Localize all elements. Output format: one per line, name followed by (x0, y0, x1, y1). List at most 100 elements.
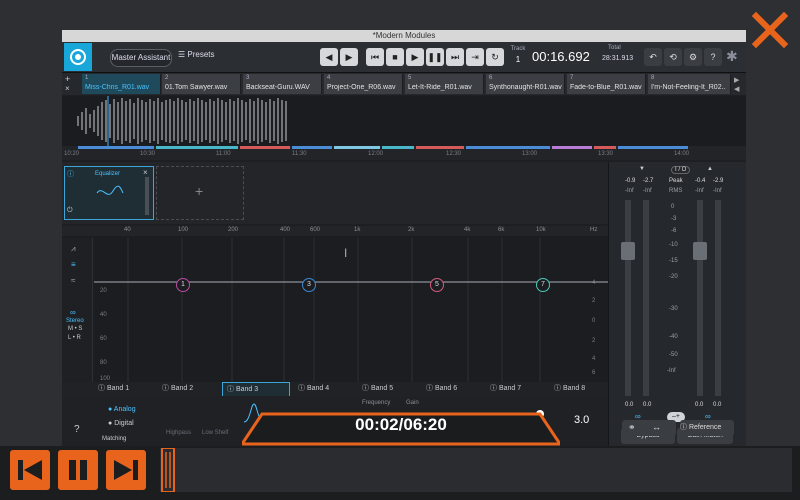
help-button[interactable]: ? (74, 424, 80, 435)
undo-icon[interactable]: ↶ (644, 48, 662, 66)
mid-side-toggle[interactable]: M • S (68, 326, 82, 332)
module-level-slider[interactable] (145, 177, 149, 215)
tab-file-4[interactable]: 4 Project-One_R06.wav (324, 74, 403, 94)
stereo-link-icon[interactable]: ∞ (70, 308, 76, 317)
input-peak-right: -2.7 (643, 178, 654, 184)
db-right-label: 2 (592, 338, 596, 344)
highpass-shape[interactable]: Highpass (166, 430, 191, 436)
progress-bar[interactable] (160, 447, 792, 493)
scroll-tabs-right-icon[interactable]: ▶ (734, 76, 739, 84)
info-icon[interactable]: ⓘ (67, 169, 74, 179)
master-assistant-button[interactable]: Master Assistant (110, 49, 172, 67)
tab-file-8[interactable]: 8 I'm-Not-Feeling-It_R02... (648, 74, 731, 94)
add-tab-icon[interactable]: + (65, 74, 70, 84)
tick-label: 10:20 (64, 151, 80, 157)
gain-value[interactable]: 3.0 (574, 414, 589, 426)
bands-view-icon[interactable]: ≡ (71, 260, 76, 269)
app-logo-icon[interactable] (64, 43, 92, 71)
eq-node-5[interactable]: 5 (430, 278, 444, 292)
tab-file-3[interactable]: 3 Backseat-Guru.WAV (243, 74, 322, 94)
db-right-label: 2 (592, 298, 596, 304)
tab-file-6[interactable]: 6 Synthonaught-R01.wav (486, 74, 565, 94)
lowshelf-shape[interactable]: Low Shelf (202, 430, 228, 436)
remove-module-icon[interactable]: × (143, 168, 148, 177)
left-right-toggle[interactable]: L • R (68, 335, 81, 341)
toolbar: Master Assistant ☰ Presets ◀ ▶ ⏮ ■ ▶ ❚❚ … (62, 42, 746, 73)
db-label: 40 (100, 312, 107, 318)
meter-scale-label: -Inf (667, 368, 676, 374)
add-module-slot[interactable]: + (156, 166, 244, 220)
input-value-left: 0.0 (625, 402, 634, 408)
band-icon: ⓘ (162, 385, 171, 392)
reference-button[interactable]: ⓘ Reference (680, 420, 734, 436)
reference-icon: ⓘ (680, 424, 689, 431)
loop-button[interactable]: ⇥ (466, 48, 484, 66)
eq-node-1[interactable]: 1 (176, 278, 190, 292)
matching-option[interactable]: Matching (102, 436, 126, 442)
settings-gear-icon[interactable]: ⚙ (684, 48, 702, 66)
rms-label: RMS (669, 188, 683, 194)
tab-band-1[interactable]: ⓘ Band 1 (98, 382, 129, 396)
freq-label: 2k (408, 227, 415, 233)
eq-node-7[interactable]: 7 (536, 278, 550, 292)
tick-label: 11:00 (216, 151, 231, 157)
tab-band-3[interactable]: ⓘ Band 3 (222, 382, 290, 397)
skip-back-button[interactable] (10, 450, 50, 490)
repeat-button[interactable]: ↻ (486, 48, 504, 66)
tab-file-7[interactable]: 7 Fade-to-Blue_R01.wav (567, 74, 646, 94)
close-tab-icon[interactable]: × (65, 84, 70, 93)
tab-file-1[interactable]: 1 Miss-Chris_R01.wav (82, 74, 161, 94)
pause-video-button[interactable] (58, 450, 98, 490)
skip-forward-button[interactable]: ⏭ (446, 48, 464, 66)
input-fader[interactable] (621, 242, 635, 260)
tab-number: 5 (408, 75, 412, 81)
db-right-label: 0 (592, 318, 596, 324)
module-chain: Equalizer ⓘ × ⏻ + (62, 162, 608, 224)
tab-file-5[interactable]: 5 Let-It-Ride_R01.wav (405, 74, 484, 94)
pause-button[interactable]: ❚❚ (426, 48, 444, 66)
help-icon[interactable]: ? (704, 48, 722, 66)
equalizer-module[interactable]: Equalizer ⓘ × ⏻ (64, 166, 154, 220)
digital-option[interactable]: ● Digital (108, 420, 134, 427)
stereo-label[interactable]: Stereo (66, 318, 84, 324)
list-icon: ☰ (178, 50, 188, 59)
output-dropdown-icon[interactable]: ▲ (707, 166, 713, 172)
eq-node-3[interactable]: 3 (302, 278, 316, 292)
compare-toggle[interactable]: ⚭ ↔ (622, 420, 676, 436)
history-icon[interactable]: ⟲ (664, 48, 682, 66)
band-label: Band 8 (562, 385, 586, 392)
prev-preset-button[interactable]: ◀ (320, 48, 338, 66)
band-label: Band 3 (235, 386, 259, 393)
spectrum-icon[interactable]: ≈ (71, 276, 75, 285)
io-toggle[interactable]: I / O (671, 166, 691, 174)
analog-option[interactable]: ● Analog (108, 406, 136, 413)
timeline-ruler[interactable]: 10:20 10:30 11:00 11:30 12:00 12:30 13:0… (62, 146, 746, 160)
tab-file-2[interactable]: 2 01.Tom Sawyer.wav (162, 74, 241, 94)
tab-band-6[interactable]: ⓘ Band 6 (426, 382, 457, 396)
rewind-button[interactable]: ⏮ (366, 48, 384, 66)
next-preset-button[interactable]: ▶ (340, 48, 358, 66)
play-button[interactable]: ▶ (406, 48, 424, 66)
eq-graph[interactable]: 40 100 200 400 600 1k 2k 4k 6k 10k Hz ⩘ … (62, 226, 608, 382)
tab-band-7[interactable]: ⓘ Band 7 (490, 382, 521, 396)
freq-label: 200 (228, 227, 239, 233)
tab-band-5[interactable]: ⓘ Band 5 (362, 382, 393, 396)
output-fader[interactable] (693, 242, 707, 260)
stop-button[interactable]: ■ (386, 48, 404, 66)
tab-band-4[interactable]: ⓘ Band 4 (298, 382, 329, 396)
analyzer-icon[interactable]: ⩘ (71, 244, 76, 254)
scroll-tabs-left-icon[interactable]: ◀ (734, 85, 739, 93)
pause-icon (69, 460, 87, 480)
tab-label: I'm-Not-Feeling-It_R02... (651, 84, 725, 91)
close-video-button[interactable] (748, 8, 792, 52)
skip-forward-video-button[interactable] (106, 450, 146, 490)
tab-band-8[interactable]: ⓘ Band 8 (554, 382, 585, 396)
band-label: Band 4 (306, 385, 330, 392)
tab-band-2[interactable]: ⓘ Band 2 (162, 382, 193, 396)
analog-label: Analog (113, 406, 136, 413)
db-right-label: 6 (592, 370, 596, 376)
input-dropdown-icon[interactable]: ▼ (639, 166, 645, 172)
progress-handle[interactable] (160, 447, 176, 493)
presets-button[interactable]: ☰ Presets (178, 50, 215, 59)
power-icon[interactable]: ⏻ (67, 207, 73, 215)
